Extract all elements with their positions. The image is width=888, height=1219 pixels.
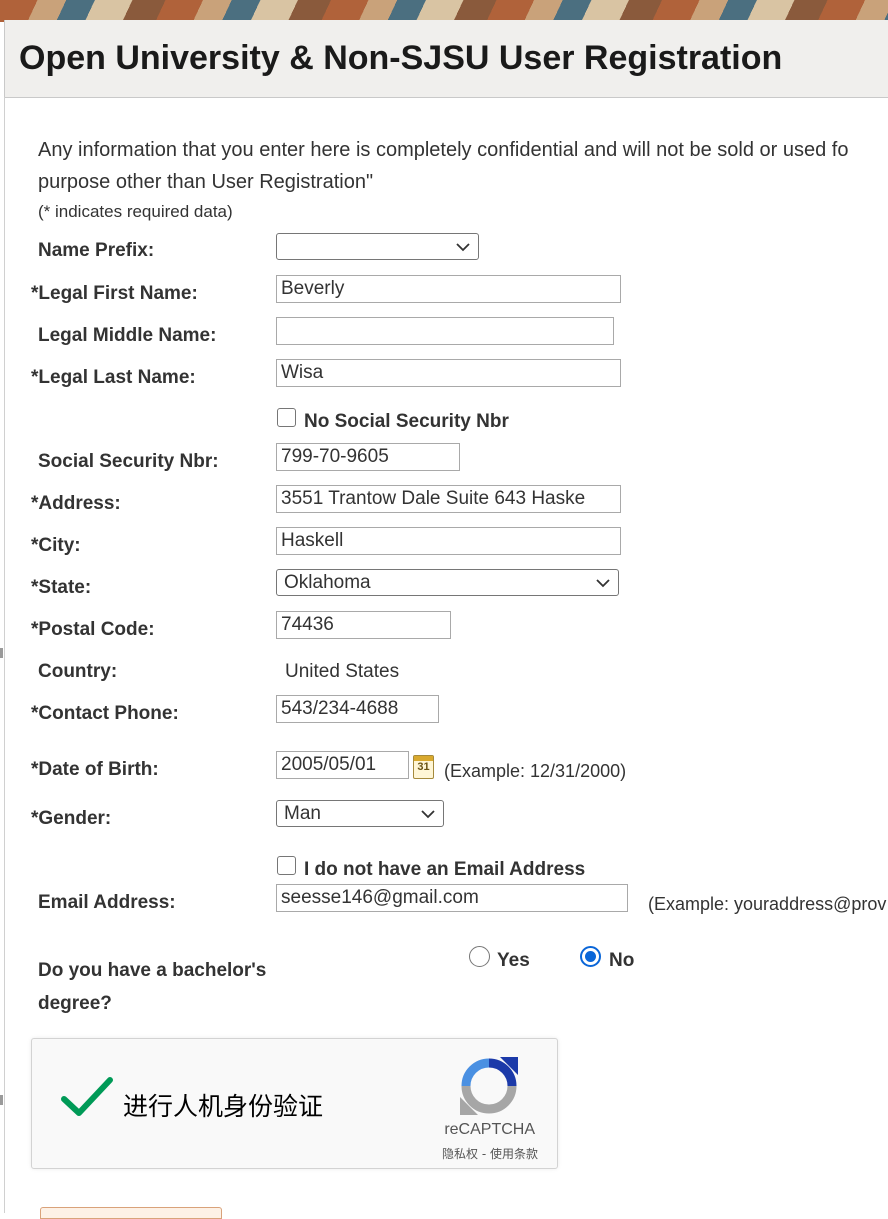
bachelor-no-radio[interactable] [580,946,601,967]
email-label: Email Address: [38,892,176,913]
no-ssn-checkbox[interactable] [277,408,296,427]
submit-button[interactable] [40,1207,222,1219]
first-name-input[interactable]: Beverly [276,275,621,303]
country-value: United States [285,661,400,682]
recaptcha-logo-icon [460,1057,518,1115]
middle-name-input[interactable] [276,317,614,345]
email-input[interactable]: seesse146@gmail.com [276,884,628,912]
page-title: Open University & Non-SJSU User Registra… [19,39,783,77]
no-email-label: I do not have an Email Address [304,859,586,880]
last-name-label: *Legal Last Name: [31,367,196,388]
no-ssn-label: No Social Security Nbr [304,411,509,432]
intro-line-2: purpose other than User Registration" [38,171,374,193]
bachelor-yes-label: Yes [497,950,530,971]
postal-code-label: *Postal Code: [31,619,155,640]
state-label: *State: [31,577,92,598]
dob-input[interactable]: 2005/05/01 [276,751,409,779]
first-name-label: *Legal First Name: [31,283,198,304]
gender-select[interactable]: Man [276,800,444,827]
bachelor-question-line-1: Do you have a bachelor's [38,960,267,981]
bachelor-question: Do you have a bachelor's degree? [38,954,266,1020]
gender-label: *Gender: [31,808,112,829]
intro-text: Any information that you enter here is c… [38,134,848,198]
address-input[interactable]: 3551 Trantow Dale Suite 643 Haske [276,485,621,513]
phone-label: *Contact Phone: [31,703,179,724]
edge-marker [0,1095,3,1105]
last-name-input[interactable]: Wisa [276,359,621,387]
recaptcha-text: 进行人机身份验证 [123,1092,324,1121]
country-label: Country: [38,661,118,682]
intro-line-1: Any information that you enter here is c… [38,139,849,161]
edge-marker [0,648,3,658]
ssn-input[interactable]: 799-70-9605 [276,443,460,471]
recaptcha-widget: 进行人机身份验证 reCAPTCHA 隐私权 - 使用条款 [31,1038,558,1169]
no-email-checkbox[interactable] [277,856,296,875]
name-prefix-select[interactable] [276,233,479,260]
chevron-down-icon [456,243,470,252]
title-bar: Open University & Non-SJSU User Registra… [4,20,888,98]
state-select[interactable]: Oklahoma [276,569,619,596]
state-value: Oklahoma [284,572,371,593]
postal-code-input[interactable]: 74436 [276,611,451,639]
gender-value: Man [284,803,321,824]
address-label: *Address: [31,493,121,514]
required-note: (* indicates required data) [38,202,233,221]
city-label: *City: [31,535,81,556]
ssn-label: Social Security Nbr: [38,451,219,472]
chevron-down-icon [596,579,610,588]
phone-input[interactable]: 543/234-4688 [276,695,439,723]
name-prefix-label: Name Prefix: [38,240,155,261]
header-banner-image [0,0,888,22]
city-input[interactable]: Haskell [276,527,621,555]
recaptcha-brand: reCAPTCHA [444,1121,535,1138]
bachelor-no-label: No [609,950,635,971]
checkmark-icon[interactable] [60,1075,114,1119]
middle-name-label: Legal Middle Name: [38,325,217,346]
calendar-icon[interactable]: 31 [413,755,434,779]
email-example: (Example: youraddress@prov [648,894,887,914]
content-border [4,97,5,1213]
bachelor-yes-radio[interactable] [469,946,490,967]
dob-example: (Example: 12/31/2000) [444,761,627,781]
chevron-down-icon [421,810,435,819]
dob-label: *Date of Birth: [31,759,159,780]
bachelor-question-line-2: degree? [38,993,112,1014]
recaptcha-links[interactable]: 隐私权 - 使用条款 [442,1145,538,1162]
